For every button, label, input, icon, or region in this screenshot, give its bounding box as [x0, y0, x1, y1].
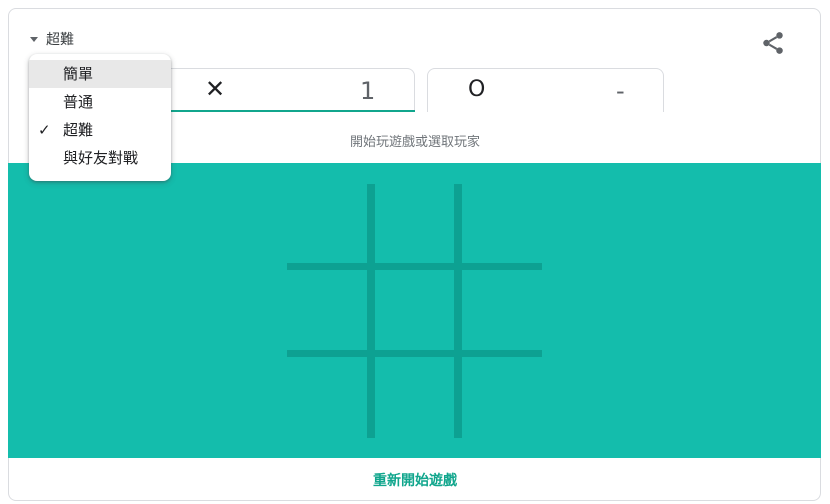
caret-down-icon: [30, 36, 38, 42]
game-board: [8, 163, 821, 458]
menu-item-vs-friend[interactable]: 與好友對戰: [29, 144, 171, 172]
board-cell-2[interactable]: [375, 184, 454, 263]
menu-item-normal[interactable]: 普通: [29, 88, 171, 116]
player-o-score[interactable]: O -: [427, 68, 664, 112]
menu-item-label: 簡單: [63, 65, 94, 83]
o-score-value: -: [616, 77, 625, 105]
check-icon: ✓: [38, 121, 51, 139]
board-cell-7[interactable]: [287, 357, 367, 438]
board-cell-6[interactable]: [462, 270, 542, 350]
board-cell-1[interactable]: [287, 184, 367, 263]
share-icon[interactable]: [760, 30, 786, 56]
o-mark: O: [468, 77, 486, 102]
menu-item-easy[interactable]: 簡單: [29, 60, 171, 88]
grid-line-horizontal-top: [287, 263, 542, 270]
grid-line-vertical-left: [367, 184, 375, 438]
board-cell-9[interactable]: [462, 357, 542, 438]
restart-game-button[interactable]: 重新開始遊戲: [0, 470, 830, 490]
menu-item-label: 超難: [63, 121, 94, 139]
x-mark: ✕: [205, 75, 226, 103]
grid-line-horizontal-bottom: [287, 350, 542, 357]
difficulty-selected-label: 超難: [46, 32, 74, 48]
grid-line-vertical-right: [454, 184, 462, 438]
board-cell-8[interactable]: [375, 357, 454, 438]
difficulty-menu: 簡單 普通 ✓ 超難 與好友對戰: [29, 54, 171, 181]
player-x-score[interactable]: ✕ 1: [154, 68, 415, 112]
difficulty-dropdown[interactable]: 超難: [30, 29, 74, 49]
board-cell-5[interactable]: [375, 270, 454, 350]
x-score-value: 1: [360, 77, 376, 105]
board-cell-4[interactable]: [287, 270, 367, 350]
menu-item-label: 與好友對戰: [63, 149, 139, 167]
board-cell-3[interactable]: [462, 184, 542, 263]
menu-item-label: 普通: [63, 93, 94, 111]
menu-item-hard[interactable]: ✓ 超難: [29, 116, 171, 144]
